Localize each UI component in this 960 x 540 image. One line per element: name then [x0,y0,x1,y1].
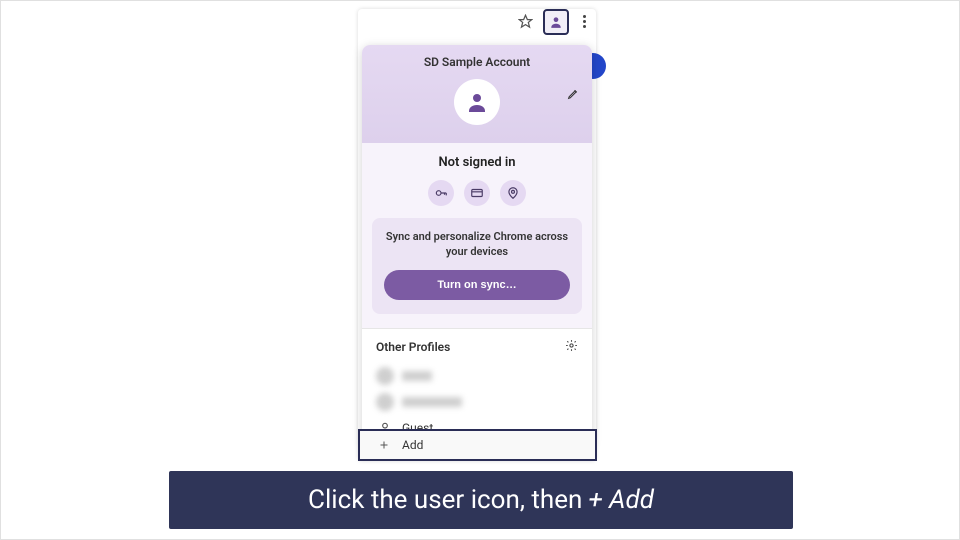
profile-button[interactable] [543,9,569,35]
caption-prefix: Click the user icon, then [308,485,582,515]
account-name: SD Sample Account [370,55,584,69]
instruction-caption: Click the user icon, then + Add [169,471,793,529]
addresses-chip[interactable] [500,180,526,206]
shortcut-chips [372,180,582,206]
add-label: Add [402,438,423,452]
other-profiles-title: Other Profiles [376,340,450,354]
sync-promo: Sync and personalize Chrome across your … [372,218,582,314]
popup-header: SD Sample Account [362,45,592,143]
profile-row-redacted[interactable] [376,363,578,389]
avatar [454,79,500,125]
bookmark-star-icon[interactable] [518,14,533,29]
popup-body: Not signed in Sync and personalize Chrom… [362,143,592,328]
add-profile-row[interactable]: Add [358,429,597,461]
profile-popup: SD Sample Account Not signed in [362,45,592,447]
turn-on-sync-button[interactable]: Turn on sync… [384,270,570,300]
browser-window-fragment: SD Sample Account Not signed in [358,9,596,461]
sync-promo-text: Sync and personalize Chrome across your … [384,230,570,260]
signin-status: Not signed in [372,155,582,170]
manage-profiles-button[interactable] [565,339,578,355]
edit-profile-button[interactable] [567,85,580,104]
more-menu-button[interactable] [579,13,590,30]
payments-chip[interactable] [464,180,490,206]
toolbar [358,9,596,33]
passwords-chip[interactable] [428,180,454,206]
profile-row-redacted[interactable] [376,389,578,415]
caption-action: + Add [588,485,654,515]
